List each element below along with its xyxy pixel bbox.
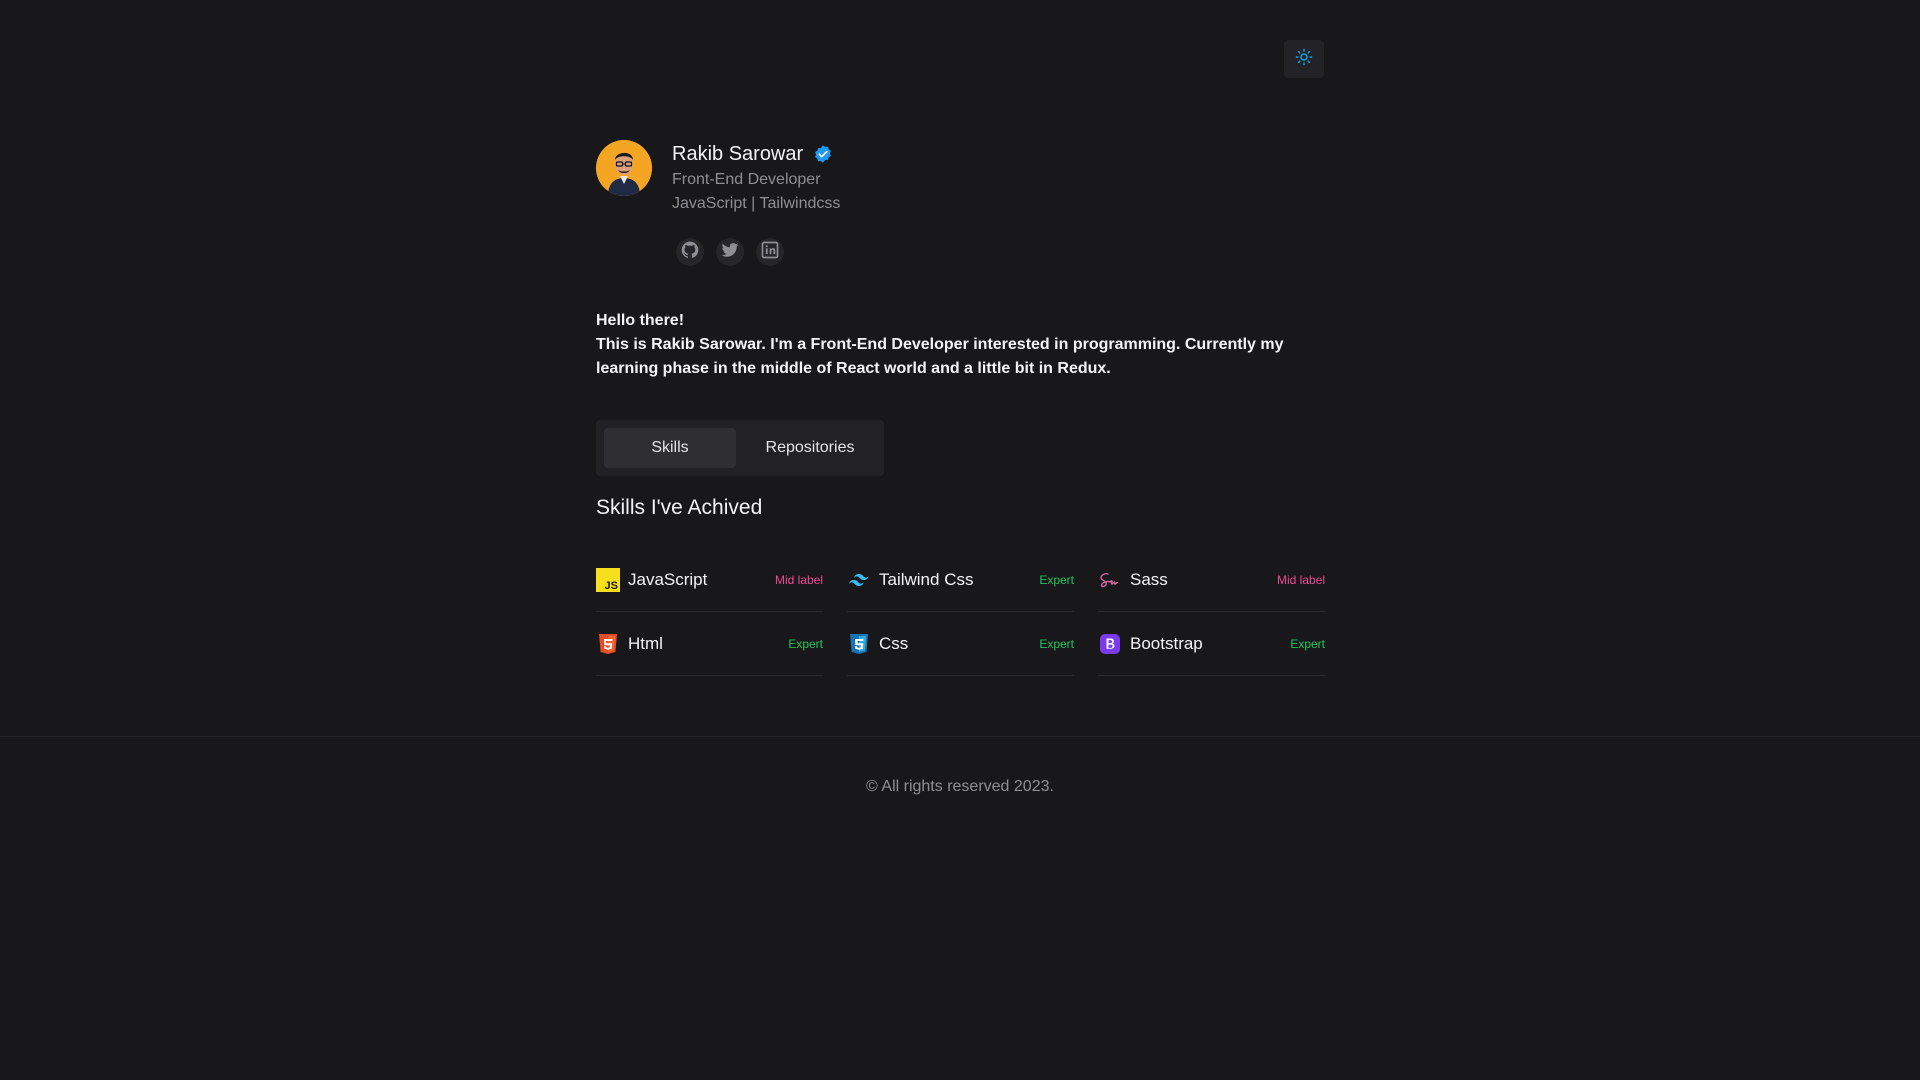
svg-text:JS: JS	[605, 580, 618, 592]
css3-icon	[847, 632, 871, 656]
tab-bar: Skills Repositories	[596, 420, 884, 476]
skill-level-badge: Mid label	[774, 572, 823, 587]
skill-item-sass: Sass Mid label	[1098, 548, 1325, 612]
profile-stack: JavaScript | Tailwindcss	[672, 195, 841, 212]
github-link[interactable]	[676, 238, 704, 266]
avatar	[596, 140, 652, 196]
twitter-icon	[720, 240, 740, 265]
skill-name: Css	[879, 633, 909, 653]
about-greeting: Hello there!	[596, 312, 685, 329]
html5-icon	[596, 632, 620, 656]
skill-level-badge: Expert	[1039, 572, 1074, 587]
tab-skills[interactable]: Skills	[604, 428, 736, 468]
skill-item-bootstrap: Bootstrap Expert	[1098, 612, 1325, 676]
footer-divider	[0, 736, 1920, 737]
javascript-icon: JS	[596, 567, 620, 592]
profile-title: Front-End Developer	[672, 171, 821, 188]
about-section: Hello there! This is Rakib Sarowar. I'm …	[596, 309, 1316, 381]
skill-item-javascript: JS JavaScript Mid label	[596, 548, 823, 612]
skill-name: JavaScript	[628, 569, 708, 589]
skill-name: Tailwind Css	[879, 569, 974, 589]
skill-item-tailwind: Tailwind Css Expert	[847, 548, 1074, 612]
skills-grid: JS JavaScript Mid label Tailwind Css Exp…	[596, 548, 1325, 676]
skill-name: Html	[628, 633, 663, 653]
skill-item-html: Html Expert	[596, 612, 823, 676]
about-body: This is Rakib Sarowar. I'm a Front-End D…	[596, 336, 1284, 377]
skill-level-badge: Expert	[788, 636, 823, 651]
skill-item-css: Css Expert	[847, 612, 1074, 676]
twitter-link[interactable]	[716, 238, 744, 266]
profile-header: Rakib Sarowar Front-End Developer JavaSc…	[596, 140, 840, 266]
skill-level-badge: Mid label	[1276, 572, 1325, 587]
skills-section-title: Skills I've Achived	[596, 496, 763, 519]
github-icon	[680, 240, 700, 265]
skill-level-badge: Expert	[1039, 636, 1074, 651]
verified-badge-icon	[813, 144, 833, 164]
tailwind-icon	[847, 568, 871, 592]
social-links	[676, 238, 840, 266]
linkedin-link[interactable]	[756, 238, 784, 266]
profile-name: Rakib Sarowar	[672, 142, 804, 165]
bootstrap-icon	[1098, 632, 1122, 656]
sass-icon	[1098, 568, 1122, 592]
skill-name: Bootstrap	[1130, 633, 1203, 653]
theme-toggle-button[interactable]	[1284, 40, 1324, 78]
sun-icon	[1295, 48, 1313, 71]
skill-level-badge: Expert	[1290, 636, 1325, 651]
linkedin-icon	[760, 240, 780, 265]
footer-copyright: © All rights reserved 2023.	[866, 778, 1054, 795]
skill-name: Sass	[1130, 569, 1168, 589]
tab-repositories[interactable]: Repositories	[744, 428, 876, 468]
